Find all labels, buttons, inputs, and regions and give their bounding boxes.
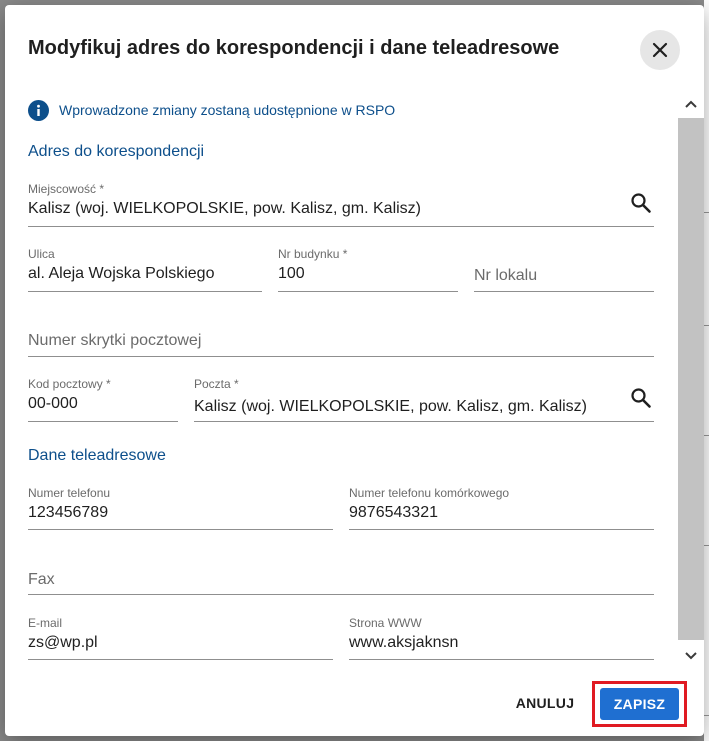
website-label: Strona WWW <box>349 616 422 630</box>
apartment-number-placeholder: Nr lokalu <box>474 267 538 284</box>
postal-code-field[interactable]: Kod pocztowy * 00-000 <box>28 377 178 422</box>
email-field[interactable]: E-mail zs@wp.pl <box>28 616 333 660</box>
info-text: Wprowadzone zmiany zostaną udostępnione … <box>59 102 396 118</box>
background-divider <box>704 715 709 716</box>
email-label: E-mail <box>28 616 63 630</box>
building-number-field[interactable]: Nr budynku * 100 <box>278 247 458 292</box>
dialog-title: Modyfikuj adres do korespondencji i dane… <box>28 37 560 59</box>
scroll-down-button[interactable] <box>678 642 704 670</box>
section-title-contact: Dane teleadresowe <box>28 447 166 464</box>
search-icon[interactable] <box>630 192 652 214</box>
mobile-phone-field[interactable]: Numer telefonu komórkowego 9876543321 <box>349 486 654 530</box>
postal-code-value: 00-000 <box>28 395 78 412</box>
apartment-number-field[interactable]: Nr lokalu <box>474 247 654 292</box>
street-field[interactable]: Ulica al. Aleja Wojska Polskiego <box>28 247 262 292</box>
save-button[interactable]: ZAPISZ <box>600 688 679 720</box>
phone-value: 123456789 <box>28 504 109 521</box>
website-value: www.aksjaknsn <box>349 634 459 651</box>
background-divider <box>704 545 709 546</box>
po-box-placeholder: Numer skrytki pocztowej <box>28 332 202 349</box>
scrollbar-thumb[interactable] <box>678 118 704 640</box>
building-number-value: 100 <box>278 265 305 282</box>
fax-field[interactable]: Fax <box>28 551 654 595</box>
street-value: al. Aleja Wojska Polskiego <box>28 265 215 282</box>
cancel-button[interactable]: ANULUJ <box>505 690 585 716</box>
post-office-value: Kalisz (woj. WIELKOPOLSKIE, pow. Kalisz,… <box>194 398 588 415</box>
phone-label: Numer telefonu <box>28 486 111 500</box>
close-button[interactable] <box>640 30 680 70</box>
mobile-phone-label: Numer telefonu komórkowego <box>349 486 510 500</box>
search-icon[interactable] <box>630 387 652 409</box>
background-page <box>704 0 709 741</box>
info-notice: Wprowadzone zmiany zostaną udostępnione … <box>28 98 395 122</box>
background-divider <box>704 435 709 436</box>
city-field[interactable]: Miejscowość * Kalisz (woj. WIELKOPOLSKIE… <box>28 182 654 227</box>
phone-field[interactable]: Numer telefonu 123456789 <box>28 486 333 530</box>
close-icon <box>652 42 668 58</box>
email-value: zs@wp.pl <box>28 634 98 651</box>
post-office-field[interactable]: Poczta * Kalisz (woj. WIELKOPOLSKIE, pow… <box>194 377 654 422</box>
website-field[interactable]: Strona WWW www.aksjaknsn <box>349 616 654 660</box>
dialog-scrollbar[interactable] <box>678 90 704 670</box>
dialog-content[interactable]: Wprowadzone zmiany zostaną udostępnione … <box>5 90 704 670</box>
chevron-down-icon <box>685 652 697 660</box>
background-divider <box>704 212 709 213</box>
city-value: Kalisz (woj. WIELKOPOLSKIE, pow. Kalisz,… <box>28 200 422 217</box>
background-divider <box>704 325 709 326</box>
street-label: Ulica <box>28 247 55 261</box>
info-icon <box>28 99 49 121</box>
postal-code-label: Kod pocztowy * <box>28 377 111 391</box>
mobile-phone-value: 9876543321 <box>349 504 438 521</box>
edit-address-dialog: Modyfikuj adres do korespondencji i dane… <box>5 5 704 736</box>
chevron-up-icon <box>685 100 697 108</box>
section-title-address: Adres do korespondencji <box>28 143 205 160</box>
po-box-field[interactable]: Numer skrytki pocztowej <box>28 312 654 357</box>
post-office-label: Poczta * <box>194 377 239 391</box>
city-label: Miejscowość * <box>28 182 105 196</box>
scroll-up-button[interactable] <box>678 90 704 118</box>
fax-placeholder: Fax <box>28 571 55 588</box>
building-number-label: Nr budynku * <box>278 247 348 261</box>
